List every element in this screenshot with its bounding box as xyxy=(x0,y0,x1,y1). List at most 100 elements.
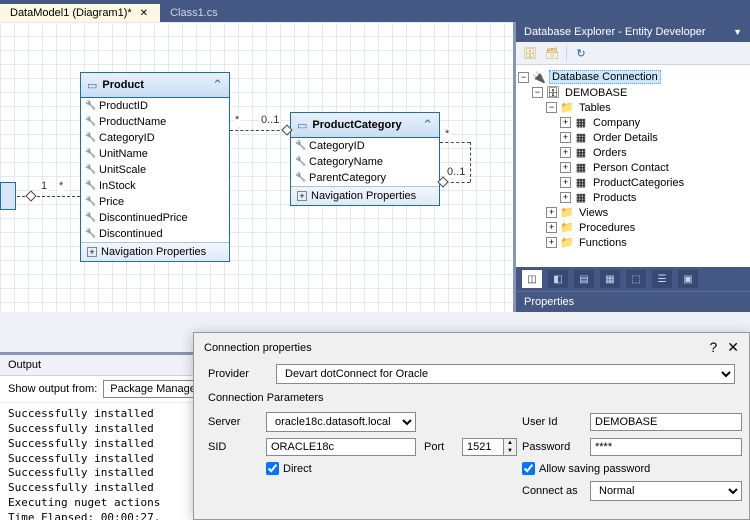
document-tabs: DataModel1 (Diagram1)* ✕ Class1.cs xyxy=(0,0,750,22)
tab-class1[interactable]: Class1.cs xyxy=(160,4,228,22)
expand-toggle[interactable]: + xyxy=(560,162,571,173)
entity-field[interactable]: UnitName xyxy=(81,146,229,162)
entity-field[interactable]: InStock xyxy=(81,178,229,194)
connect-as-select[interactable]: Normal xyxy=(590,481,742,501)
connection-properties-dialog: Connection properties ? ✕ Provider Devar… xyxy=(193,332,750,520)
entity-title: Product xyxy=(102,79,207,91)
dropdown-icon[interactable]: ▼ xyxy=(733,27,742,37)
expand-toggle[interactable]: + xyxy=(546,237,557,248)
nav-label: Navigation Properties xyxy=(311,190,416,202)
server-label: Server xyxy=(208,416,258,428)
provider-select[interactable]: Devart dotConnect for Oracle xyxy=(276,364,735,384)
entity-field[interactable]: UnitScale xyxy=(81,162,229,178)
tree-node-table[interactable]: ProductCategories xyxy=(591,177,686,189)
collapse-toggle[interactable]: − xyxy=(518,72,529,83)
tree-node-table[interactable]: Person Contact xyxy=(591,162,671,174)
allow-save-checkbox[interactable] xyxy=(522,462,535,475)
tree-node-functions[interactable]: Functions xyxy=(577,237,629,249)
tree-node-table[interactable]: Products xyxy=(591,192,638,204)
db-tree[interactable]: −🔌Database Connection −🗄DEMOBASE −📁Table… xyxy=(516,65,750,267)
dialog-title: Connection properties xyxy=(204,342,312,354)
offscreen-entity-stub[interactable] xyxy=(0,182,16,210)
entity-icon: ▭ xyxy=(87,79,97,92)
folder-icon: 📁 xyxy=(560,206,574,219)
tab-label: DataModel1 (Diagram1)* xyxy=(10,7,132,19)
entity-field[interactable]: Discontinued xyxy=(81,226,229,242)
tree-node-database[interactable]: DEMOBASE xyxy=(563,87,629,99)
diagram-canvas[interactable]: ▭ Product ⌃ ProductIDProductNameCategory… xyxy=(0,22,513,312)
cardinality-label: * xyxy=(58,180,64,192)
table-icon: ▦ xyxy=(574,161,588,174)
folder-icon: 📁 xyxy=(560,236,574,249)
password-input[interactable] xyxy=(590,438,742,456)
entity-field[interactable]: CategoryID xyxy=(291,138,439,154)
sid-label: SID xyxy=(208,441,258,453)
nav-properties[interactable]: + Navigation Properties xyxy=(291,186,439,205)
aggregation-diamond-icon xyxy=(25,190,36,201)
db-add-icon[interactable]: 🗃 xyxy=(544,45,560,61)
collapse-toggle[interactable]: − xyxy=(546,102,557,113)
entity-field[interactable]: CategoryID xyxy=(81,130,229,146)
tool-window-tabs: ◫ ◧ ▤ ▦ ⬚ ☰ ▣ xyxy=(516,267,750,291)
userid-input[interactable] xyxy=(590,413,742,431)
expand-toggle[interactable]: + xyxy=(560,117,571,128)
toolwin-tab[interactable]: ◧ xyxy=(548,270,568,288)
toolwin-tab[interactable]: ◫ xyxy=(522,270,542,288)
allow-save-label: Allow saving password xyxy=(539,463,650,475)
tab-datamodel[interactable]: DataModel1 (Diagram1)* ✕ xyxy=(0,4,160,22)
entity-product[interactable]: ▭ Product ⌃ ProductIDProductNameCategory… xyxy=(80,72,230,262)
toolwin-tab[interactable]: ⬚ xyxy=(626,270,646,288)
entity-field[interactable]: ProductID xyxy=(81,98,229,114)
direct-checkbox[interactable] xyxy=(266,462,279,475)
entity-field[interactable]: CategoryName xyxy=(291,154,439,170)
expand-toggle[interactable]: + xyxy=(560,177,571,188)
entity-title: ProductCategory xyxy=(312,119,417,131)
entity-header[interactable]: ▭ Product ⌃ xyxy=(81,73,229,98)
properties-panel-title[interactable]: Properties xyxy=(516,291,750,312)
expand-toggle[interactable]: + xyxy=(560,192,571,203)
tree-node-procedures[interactable]: Procedures xyxy=(577,222,637,234)
folder-icon: 📁 xyxy=(560,101,574,114)
tree-node-tables[interactable]: Tables xyxy=(577,102,613,114)
toolwin-tab[interactable]: ▦ xyxy=(600,270,620,288)
port-spinner[interactable]: ▲▼ xyxy=(504,438,517,456)
sid-input[interactable] xyxy=(266,438,416,456)
help-button[interactable]: ? xyxy=(709,339,717,356)
tree-node-table[interactable]: Orders xyxy=(591,147,629,159)
direct-label: Direct xyxy=(283,463,312,475)
toolwin-tab[interactable]: ▣ xyxy=(678,270,698,288)
tree-node-table[interactable]: Order Details xyxy=(591,132,660,144)
connection-icon: 🔌 xyxy=(532,71,546,84)
dialog-title-bar[interactable]: Connection properties ? ✕ xyxy=(194,333,749,362)
expand-toggle[interactable]: + xyxy=(560,147,571,158)
entity-header[interactable]: ▭ ProductCategory ⌃ xyxy=(291,113,439,138)
entity-field[interactable]: DiscontinuedPrice xyxy=(81,210,229,226)
tree-node-connection[interactable]: Database Connection xyxy=(549,70,661,84)
entity-field[interactable]: Price xyxy=(81,194,229,210)
tree-node-views[interactable]: Views xyxy=(577,207,610,219)
expand-toggle[interactable]: + xyxy=(560,132,571,143)
toolwin-tab[interactable]: ☰ xyxy=(652,270,672,288)
nav-properties[interactable]: + Navigation Properties xyxy=(81,242,229,261)
close-button[interactable]: ✕ xyxy=(727,339,739,356)
panel-title-bar[interactable]: Database Explorer - Entity Developer ▼ xyxy=(516,22,750,42)
collapse-icon[interactable]: ⌃ xyxy=(422,117,433,133)
port-input[interactable] xyxy=(462,438,504,456)
expand-icon[interactable]: + xyxy=(87,247,97,257)
db-icon[interactable]: 🗄 xyxy=(522,45,538,61)
table-icon: ▦ xyxy=(574,191,588,204)
tree-node-table[interactable]: Company xyxy=(591,117,642,129)
expand-toggle[interactable]: + xyxy=(546,222,557,233)
entity-field[interactable]: ProductName xyxy=(81,114,229,130)
entity-field[interactable]: ParentCategory xyxy=(291,170,439,186)
entity-product-category[interactable]: ▭ ProductCategory ⌃ CategoryIDCategoryNa… xyxy=(290,112,440,206)
collapse-icon[interactable]: ⌃ xyxy=(212,77,223,93)
refresh-icon[interactable]: ↻ xyxy=(573,45,589,61)
collapse-toggle[interactable]: − xyxy=(532,87,543,98)
server-select[interactable]: oracle18c.datasoft.local xyxy=(266,412,416,432)
expand-toggle[interactable]: + xyxy=(546,207,557,218)
toolwin-tab[interactable]: ▤ xyxy=(574,270,594,288)
userid-label: User Id xyxy=(522,416,582,428)
expand-icon[interactable]: + xyxy=(297,191,307,201)
close-icon[interactable]: ✕ xyxy=(138,8,150,19)
